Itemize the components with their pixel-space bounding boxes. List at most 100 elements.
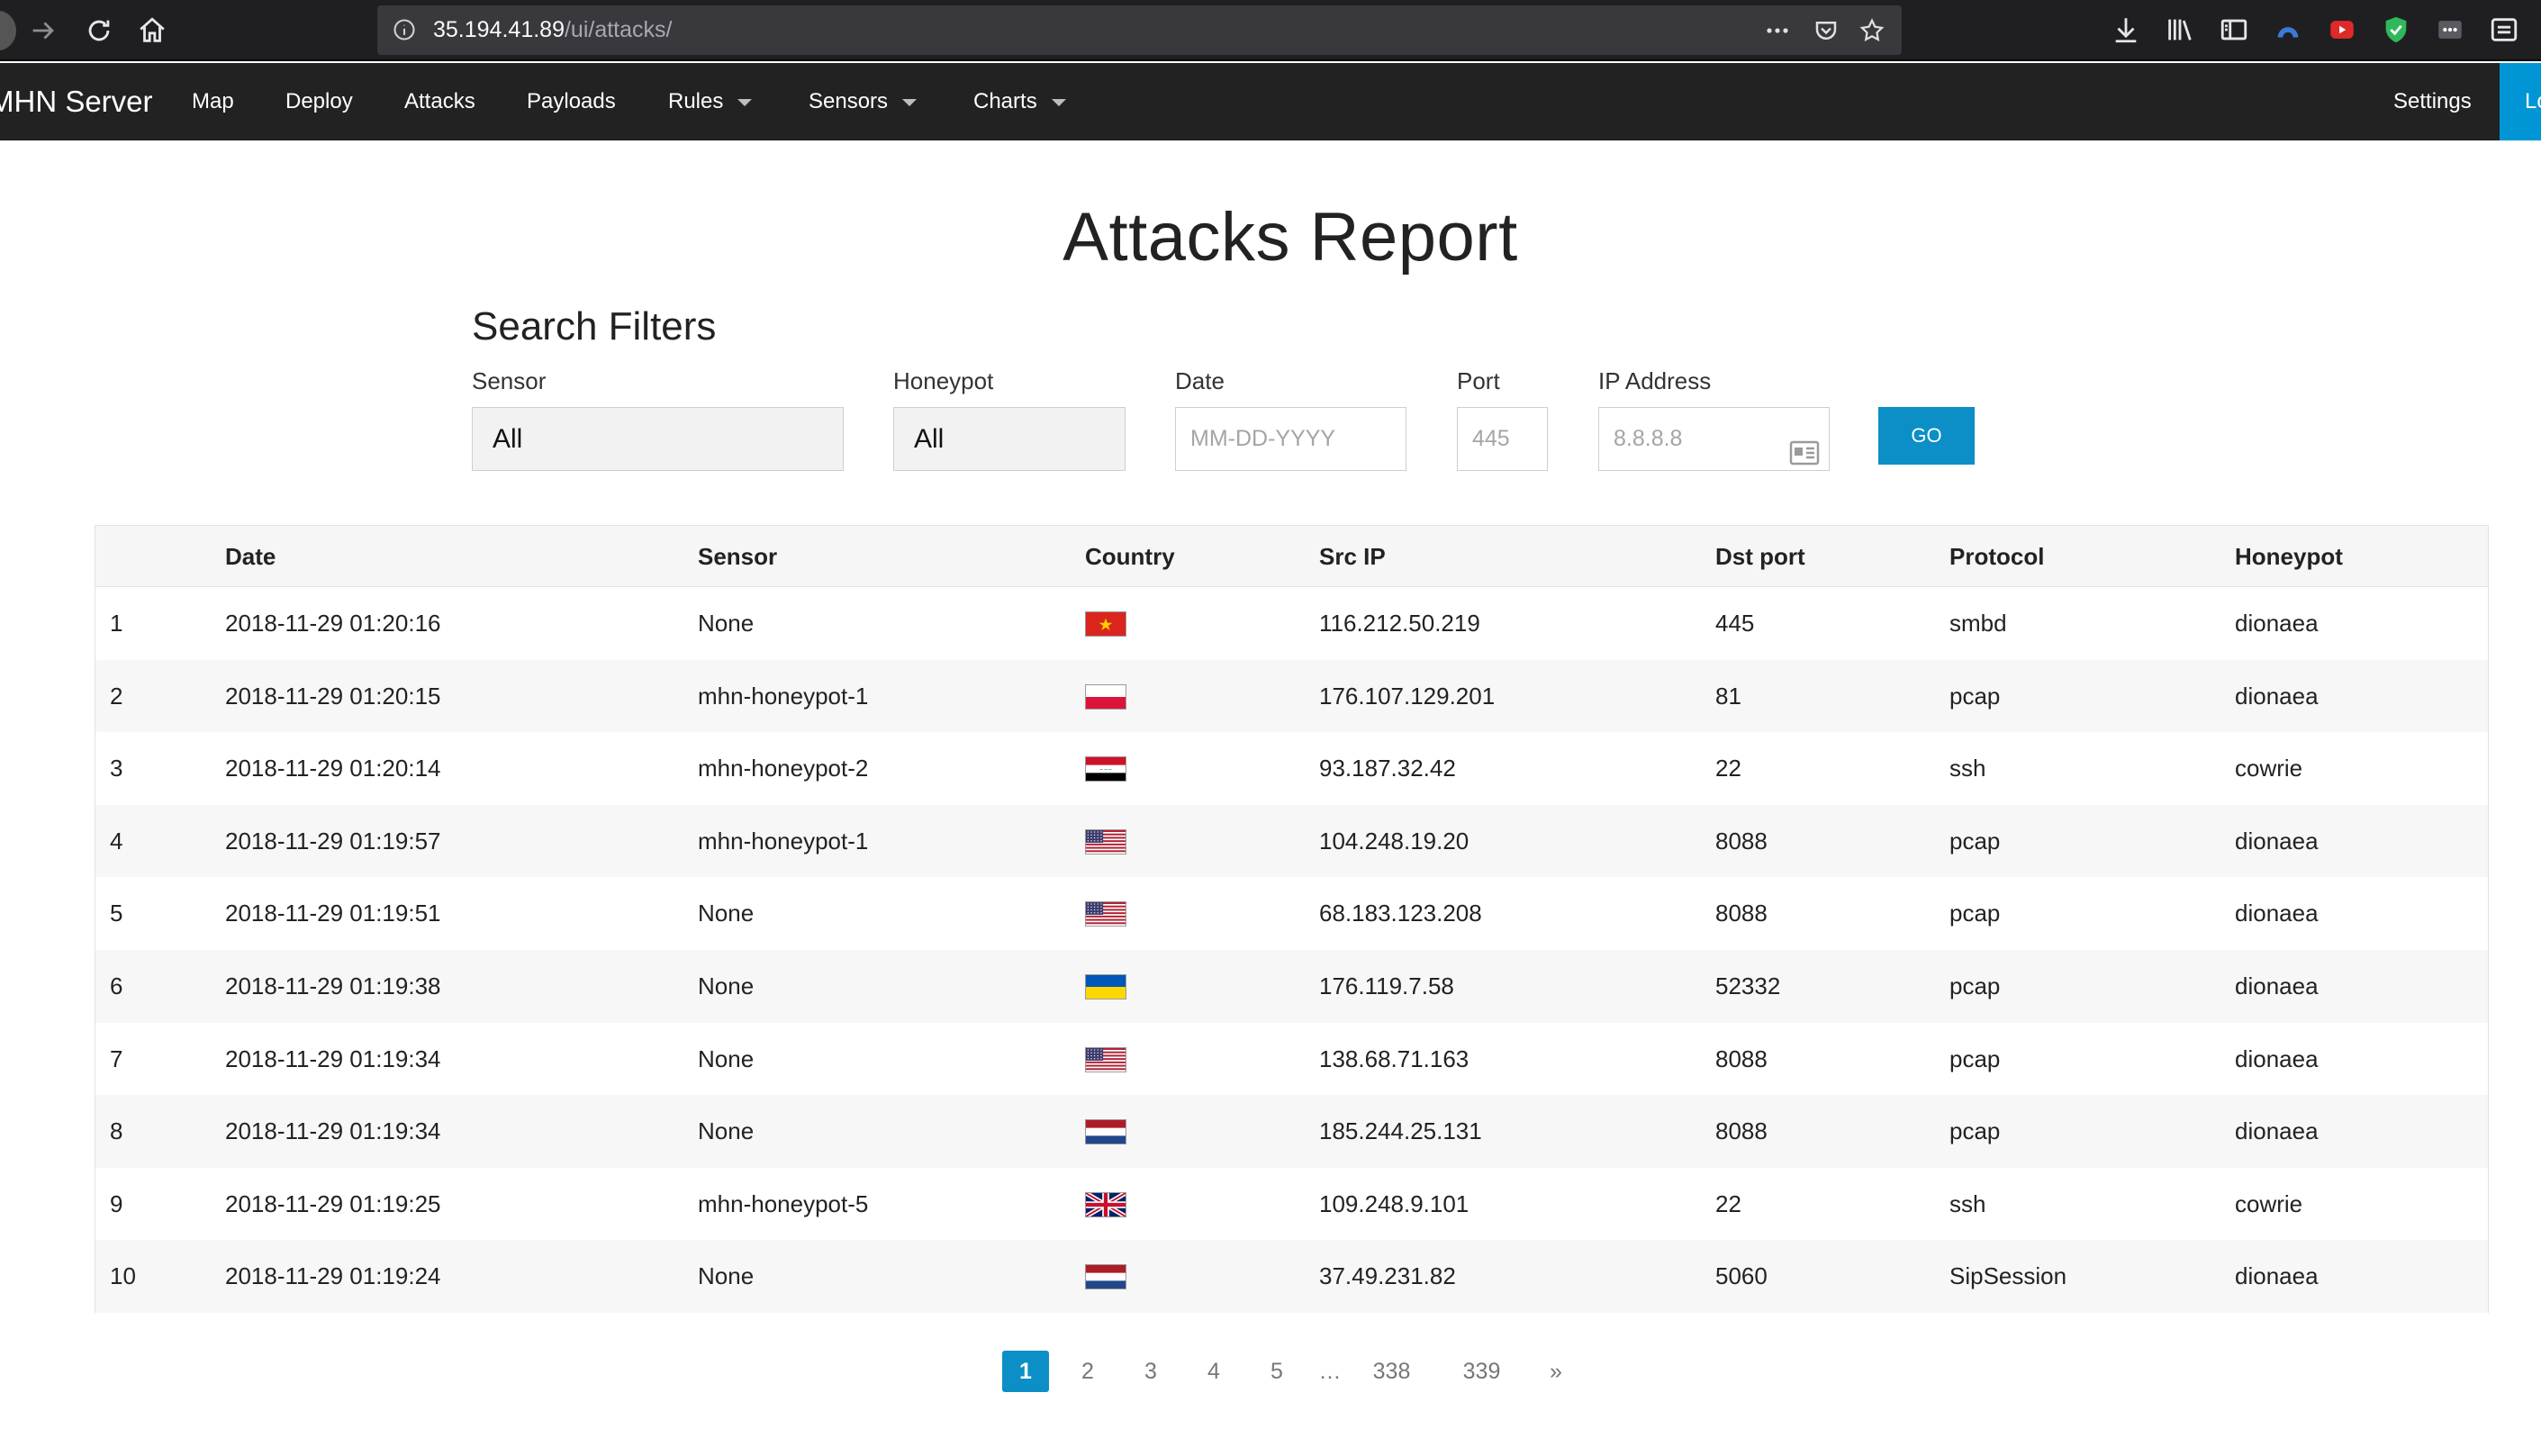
cell-honeypot: dionaea <box>2235 610 2319 637</box>
ip-address-placeholder: 8.8.8.8 <box>1614 426 1683 451</box>
cell-honeypot: dionaea <box>2235 900 2319 927</box>
cell-port: 81 <box>1715 682 1741 710</box>
cell-date: 2018-11-29 01:20:16 <box>225 610 441 637</box>
ip-address-input[interactable]: 8.8.8.8 <box>1598 407 1830 471</box>
table-row: 4 2018-11-29 01:19:57 mhn-honeypot-1 104.24… <box>95 804 2488 878</box>
brand-logo[interactable]: MHN Server <box>0 63 153 140</box>
pagination-ellipsis: … <box>1318 1359 1342 1384</box>
cell-date: 2018-11-29 01:20:14 <box>225 755 441 782</box>
cell-port: 22 <box>1715 1189 1741 1217</box>
nav-deploy[interactable]: Deploy <box>285 63 353 140</box>
chevron-down-icon <box>737 98 753 106</box>
info-icon[interactable] <box>392 17 417 42</box>
flag-us-icon <box>1085 828 1126 855</box>
table-row: 10 2018-11-29 01:19:24 None 37.49.231.82 506… <box>95 1240 2488 1314</box>
cell-proto: smbd <box>1949 610 2007 637</box>
page-4-link[interactable]: 4 <box>1191 1351 1236 1392</box>
bookmark-star-icon[interactable] <box>1858 17 1885 44</box>
date-input[interactable]: MM-DD-YYYY <box>1175 407 1406 471</box>
cell-port: 445 <box>1715 610 1755 637</box>
chevron-down-icon <box>1051 98 1066 106</box>
cell-sensor: None <box>698 1045 755 1072</box>
cell-date: 2018-11-29 01:20:15 <box>225 682 441 710</box>
page-actions-icon[interactable] <box>1764 17 1791 44</box>
overflow-extension-icon[interactable] <box>2435 14 2465 45</box>
page-338-link[interactable]: 338 <box>1362 1351 1421 1392</box>
page-3-link[interactable]: 3 <box>1128 1351 1173 1392</box>
pocket-icon[interactable] <box>1813 17 1840 44</box>
shield-extension-icon[interactable] <box>2381 14 2411 45</box>
honeypot-select[interactable]: All <box>893 407 1126 471</box>
page-2-link[interactable]: 2 <box>1065 1351 1110 1392</box>
nav-map[interactable]: Map <box>192 63 234 140</box>
go-button[interactable]: GO <box>1878 407 1975 465</box>
svg-text:~~~: ~~~ <box>1099 768 1113 773</box>
col-sensor-header: Sensor <box>698 543 778 570</box>
table-row: 1 2018-11-29 01:20:16 None 116.212.50.219 44… <box>95 587 2488 660</box>
table-row: 6 2018-11-29 01:19:38 None 176.119.7.58 5233… <box>95 950 2488 1023</box>
nav-settings[interactable]: Settings <box>2393 63 2472 140</box>
back-icon[interactable] <box>0 11 16 50</box>
menu-icon[interactable] <box>2489 14 2519 45</box>
contact-card-icon[interactable] <box>1789 428 1820 466</box>
cell-proto: SipSession <box>1949 1262 2067 1290</box>
cell-sensor: None <box>698 900 755 927</box>
sensor-select[interactable]: All <box>472 407 844 471</box>
page-1-link[interactable]: 1 <box>1002 1351 1049 1392</box>
cell-honeypot: dionaea <box>2235 1262 2319 1290</box>
forward-icon[interactable] <box>23 11 63 50</box>
cell-date: 2018-11-29 01:19:34 <box>225 1045 441 1072</box>
chevron-down-icon <box>902 98 918 106</box>
flag-vn-icon <box>1085 611 1126 637</box>
url-bar[interactable]: 35.194.41.89/ui/attacks/ <box>377 5 1902 55</box>
cell-honeypot: dionaea <box>2235 827 2319 855</box>
download-icon[interactable] <box>2111 14 2141 45</box>
cell-n: 4 <box>110 827 123 855</box>
nav-rules[interactable]: Rules <box>668 63 753 140</box>
flag-us-icon <box>1085 901 1126 927</box>
col-dst-port-header: Dst port <box>1715 543 1805 570</box>
cell-port: 52332 <box>1715 972 1781 999</box>
cell-n: 5 <box>110 900 123 927</box>
flag-us-icon <box>1085 1046 1126 1072</box>
port-input[interactable]: 445 <box>1457 407 1548 471</box>
vpn-extension-icon[interactable] <box>2273 14 2303 45</box>
cell-date: 2018-11-29 01:19:34 <box>225 1117 441 1145</box>
cell-sensor: None <box>698 610 755 637</box>
cell-proto: pcap <box>1949 1117 2001 1145</box>
port-label: Port <box>1457 367 1500 394</box>
cell-proto: pcap <box>1949 682 2001 710</box>
col-protocol-header: Protocol <box>1949 543 2045 570</box>
home-icon[interactable] <box>132 11 172 50</box>
nav-sensors[interactable]: Sensors <box>809 63 918 140</box>
col-country-header: Country <box>1085 543 1175 570</box>
cell-n: 7 <box>110 1045 123 1072</box>
search-filters-heading: Search Filters <box>472 304 717 348</box>
next-page-icon[interactable]: » <box>1533 1351 1578 1392</box>
login-button[interactable]: Lo <box>2500 63 2541 140</box>
cell-date: 2018-11-29 01:19:38 <box>225 972 441 999</box>
cell-src: 116.212.50.219 <box>1319 610 1480 637</box>
cell-src: 37.49.231.82 <box>1319 1262 1456 1290</box>
cell-n: 8 <box>110 1117 123 1145</box>
cell-n: 3 <box>110 755 123 782</box>
browser-toolbar: 35.194.41.89/ui/attacks/ <box>0 0 2541 61</box>
nav-charts[interactable]: Charts <box>973 63 1066 140</box>
nav-attacks[interactable]: Attacks <box>404 63 475 140</box>
honeypot-label: Honeypot <box>893 367 994 394</box>
cell-sensor: mhn-honeypot-5 <box>698 1189 869 1217</box>
cell-proto: pcap <box>1949 1045 2001 1072</box>
reload-icon[interactable] <box>79 11 119 50</box>
cell-n: 9 <box>110 1189 123 1217</box>
table-row: 9 2018-11-29 01:19:25 mhn-honeypot-5 109.24… <box>95 1167 2488 1241</box>
cell-n: 1 <box>110 610 123 637</box>
library-icon[interactable] <box>2165 14 2195 45</box>
nav-payloads[interactable]: Payloads <box>527 63 616 140</box>
video-extension-icon[interactable] <box>2327 14 2357 45</box>
sidebar-icon[interactable] <box>2219 14 2249 45</box>
page-5-link[interactable]: 5 <box>1254 1351 1299 1392</box>
cell-src: 109.248.9.101 <box>1319 1189 1469 1217</box>
cell-sensor: None <box>698 1262 755 1290</box>
cell-honeypot: dionaea <box>2235 1045 2319 1072</box>
page-339-link[interactable]: 339 <box>1452 1351 1511 1392</box>
